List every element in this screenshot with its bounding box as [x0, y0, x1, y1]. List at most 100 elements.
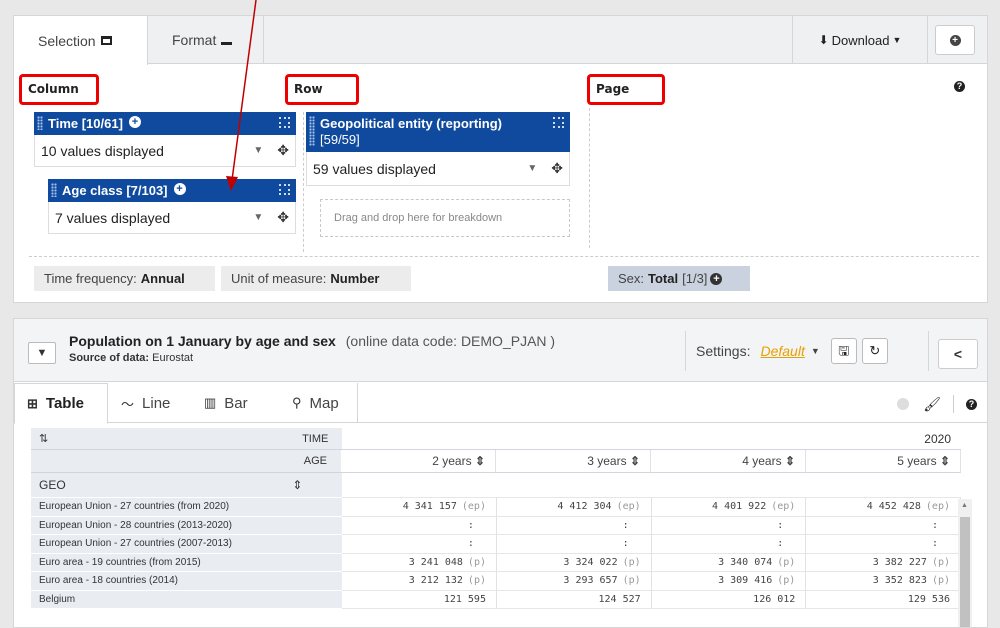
plus-circle-icon[interactable]: + — [128, 116, 141, 128]
tab-table[interactable]: ⊞ Table — [14, 383, 108, 424]
age-column-header[interactable]: 5 years ⇕ — [806, 450, 961, 473]
data-cell: 3 340 074 (p) — [651, 553, 807, 572]
sort-icon[interactable]: ⇕ — [292, 478, 302, 492]
geo-cell[interactable]: European Union - 27 countries (from 2020… — [31, 498, 343, 517]
chip-value: Total — [648, 271, 679, 286]
move-icon[interactable]: ✥ — [277, 142, 289, 159]
share-button[interactable]: < — [938, 339, 978, 369]
dimension-header-age[interactable]: Age class [7/103] + — [48, 179, 296, 202]
plus-circle-icon: + — [949, 34, 961, 46]
data-cell: 3 212 132 (p) — [342, 572, 497, 591]
sort-icon[interactable]: ⇕ — [627, 454, 640, 468]
sort-icon[interactable]: ⇅ — [39, 432, 48, 445]
chip-label: Sex: — [618, 271, 645, 286]
fixed-dimension-time-frequency[interactable]: Time frequency: Annual — [34, 266, 215, 291]
dimension-card-geo[interactable]: Geopolitical entity (reporting) [59/59] … — [306, 112, 570, 186]
cell-value: 4 401 922 — [712, 501, 767, 513]
table-row: Belgium 121 595 124 527 126 012 129 536 — [31, 590, 961, 609]
age-column-header[interactable]: 4 years ⇕ — [651, 450, 806, 473]
header-cell-time: ⇅ TIME — [31, 428, 343, 450]
drag-handle-icon[interactable] — [37, 116, 43, 130]
dimension-value-age[interactable]: 7 values displayed ▼ ✥ — [48, 202, 296, 234]
dimension-value-time[interactable]: 10 values displayed ▼ ✥ — [34, 135, 296, 167]
geo-cell[interactable]: Euro area - 18 countries (2014) — [31, 572, 343, 591]
refresh-button[interactable]: ↻ — [861, 338, 888, 364]
geo-cell[interactable]: European Union - 27 countries (2007-2013… — [31, 535, 343, 554]
chevron-down-icon[interactable]: ▼ — [253, 145, 263, 156]
data-cell: : — [342, 516, 497, 535]
palette-icon[interactable] — [897, 398, 910, 410]
source-label: Source of data: — [69, 352, 150, 364]
tab-selection[interactable]: Selection — [14, 16, 148, 65]
plus-circle-icon[interactable]: + — [710, 272, 723, 285]
download-label: Download — [831, 32, 890, 48]
chevron-down-icon[interactable]: ▼ — [527, 163, 537, 174]
drag-handle-icon[interactable] — [309, 116, 315, 146]
brush-icon[interactable]: 🖌 — [923, 396, 941, 413]
divider — [953, 395, 954, 413]
chevron-down-icon[interactable]: ▼ — [253, 212, 263, 223]
age-column-header[interactable]: 3 years ⇕ — [496, 450, 651, 473]
drag-handle-icon[interactable] — [51, 183, 57, 197]
page-dimension-sex[interactable]: Sex: Total [1/3] + — [608, 266, 750, 291]
move-icon[interactable]: ✥ — [277, 209, 289, 226]
download-button[interactable]: ⬇ Download ▼ — [792, 16, 928, 64]
tab-bar[interactable]: ▥ Bar — [192, 383, 280, 423]
cell-value: : — [931, 538, 939, 550]
move-icon[interactable]: ✥ — [551, 160, 563, 177]
plus-circle-icon[interactable]: + — [173, 183, 186, 195]
cell-flag: (p) — [931, 556, 950, 568]
tab-map[interactable]: ⚲ Map — [280, 383, 358, 423]
fixed-dimension-unit[interactable]: Unit of measure: Number — [221, 266, 411, 291]
breakdown-drop-zone[interactable]: Drag and drop here for breakdown — [320, 199, 570, 237]
header-row-age: AGE 2 years ⇕ 3 years ⇕ 4 years ⇕ 5 years ⇕ — [31, 450, 961, 473]
geo-cell[interactable]: Belgium — [31, 590, 343, 609]
tab-line[interactable]: 〜 Line — [109, 383, 192, 423]
cell-value: 126 012 — [753, 593, 796, 605]
help-icon[interactable]: ? — [966, 398, 977, 410]
cell-value: : — [777, 538, 784, 550]
cell-value: 121 595 — [443, 593, 486, 605]
tab-label: Map — [309, 394, 339, 412]
data-cell: 129 536 — [806, 590, 961, 609]
empty-cell — [342, 473, 961, 498]
time-value-cell: 2020 — [342, 428, 961, 450]
data-cell: 4 341 157 (ep) — [342, 498, 497, 517]
data-cell: 124 527 — [496, 590, 652, 609]
qr-code-icon[interactable] — [553, 117, 564, 128]
table-row: European Union - 27 countries (from 2020… — [31, 498, 961, 517]
age-column-label: 4 years — [742, 454, 782, 468]
dimension-card-age[interactable]: Age class [7/103] + 7 values displayed ▼… — [48, 179, 296, 234]
sort-icon[interactable]: ⇕ — [782, 454, 795, 468]
table-icon: ⊞ — [27, 395, 38, 411]
add-button[interactable]: + — [935, 25, 975, 55]
cell-value: 3 382 227 — [872, 556, 927, 568]
dimension-header-geo[interactable]: Geopolitical entity (reporting) [59/59] — [306, 112, 570, 152]
dimension-header-time[interactable]: Time [10/61] + — [34, 112, 296, 135]
scrollbar-thumb[interactable] — [960, 517, 970, 627]
sort-icon[interactable]: ⇕ — [937, 454, 950, 468]
tab-format[interactable]: Format — [148, 16, 264, 64]
qr-code-icon[interactable] — [279, 117, 290, 128]
dimension-card-time[interactable]: Time [10/61] + 10 values displayed ▼ ✥ — [34, 112, 296, 167]
chevron-down-icon: ▼ — [36, 347, 48, 359]
collapse-button[interactable]: ▼ — [28, 342, 56, 364]
save-button[interactable]: 🖫 — [830, 338, 857, 364]
age-label: AGE — [303, 455, 327, 467]
qr-code-icon[interactable] — [279, 184, 290, 195]
scroll-up-icon[interactable]: ▲ — [961, 502, 968, 509]
geo-cell[interactable]: Euro area - 19 countries (from 2015) — [31, 553, 343, 572]
age-column-header[interactable]: 2 years ⇕ — [341, 450, 496, 473]
bar-chart-icon: ▥ — [204, 395, 217, 410]
settings-select[interactable]: Default — [760, 343, 804, 359]
age-column-label: 2 years — [432, 454, 472, 468]
dimension-value-geo[interactable]: 59 values displayed ▼ ✥ — [306, 152, 570, 186]
dimension-count-geo: [59/59] — [320, 132, 360, 147]
sort-icon[interactable]: ⇕ — [472, 454, 485, 468]
source-value: Eurostat — [152, 352, 194, 364]
help-icon[interactable]: ? — [954, 81, 965, 92]
cell-value: : — [467, 538, 474, 550]
geo-cell[interactable]: European Union - 28 countries (2013-2020… — [31, 516, 343, 535]
chevron-down-icon[interactable]: ▼ — [811, 346, 820, 356]
vertical-scrollbar[interactable]: ▲ — [958, 499, 972, 627]
